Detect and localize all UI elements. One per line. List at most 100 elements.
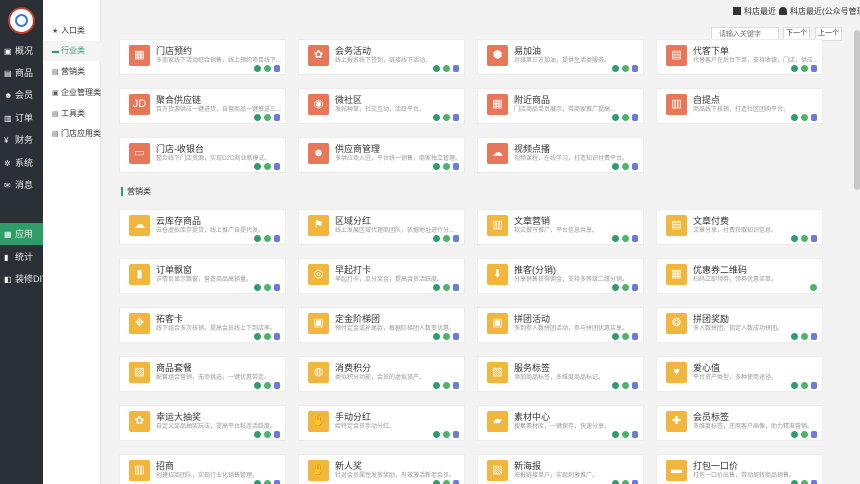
app-description: 多商家线下活动综合销售，线上预约项目线下...	[156, 58, 282, 64]
app-icon: ◍	[308, 362, 329, 383]
check-icon	[443, 65, 450, 72]
app-icon: ▧	[487, 362, 508, 383]
miniprogram-icon	[274, 480, 280, 484]
check-icon	[443, 431, 450, 438]
sidebar-item-2[interactable]: ▤ 商品	[0, 62, 43, 84]
platform-badges	[609, 382, 638, 389]
app-card[interactable]: ✿ 会务活动 线上报名线下签到，链接线下活动。	[298, 39, 465, 75]
platform-badges	[788, 65, 817, 72]
sidebar-item-3[interactable]: ☻ 会员	[0, 84, 43, 106]
app-card[interactable]: ✋ 新人奖 针对会员属性发放奖励，有效激活新老会员。	[298, 454, 465, 484]
app-card[interactable]: ▦ 优惠券二维码 扫码立即领券，领券优惠买单。	[656, 258, 823, 294]
home-icon: ▣	[4, 47, 12, 56]
wechat-icon	[254, 480, 261, 484]
wechat-icon	[791, 235, 798, 242]
app-description: 给特定会员手动分红。	[335, 424, 396, 430]
app-card[interactable]: ▭ 门店-收银台 整合线下门店资源，实现O2O商业新模式。	[119, 137, 286, 173]
app-icon: ✋	[308, 460, 329, 481]
app-card[interactable]: ▥ 招商 创建招商团队，实现行业化销售管理。	[119, 454, 286, 484]
category-item-1[interactable]: ★ 入口类	[43, 21, 101, 41]
app-card[interactable]: ▧ 新海报 海报链接单户，实现刺激推广。	[477, 454, 644, 484]
sidebar-item-6[interactable]: ✲ 系统	[0, 152, 43, 174]
wechat-icon	[791, 65, 798, 72]
app-card[interactable]: ✿ 幸运大抽奖 自定义奖品抽奖玩法，提高平台粘连活跃度。	[119, 405, 286, 441]
app-card[interactable]: ▥ 自提点 商品线下核销，打造社区团购平台。	[656, 88, 823, 124]
miniprogram-icon	[453, 235, 459, 242]
app-card[interactable]: ☁ 视频点播 视频课程，在线学习，打造知识付费平台。	[477, 137, 644, 173]
page-scrollbar[interactable]	[854, 30, 860, 190]
miniprogram-icon	[632, 235, 638, 242]
app-card[interactable]: ✥ 拓客卡 线下组合多次核销，提高会员线上下到店率。	[119, 307, 286, 343]
platform-badges	[788, 333, 817, 340]
app-card[interactable]: ◉ 微社区 发帖种草，社交互动，活跃平台。	[298, 88, 465, 124]
app-card[interactable]: ▰ 素材中心 搜集素材库，一键保存，快速分享。	[477, 405, 644, 441]
wechat-icon	[791, 382, 798, 389]
app-card[interactable]: ☻ 供应商管理 多供应商入驻，平台统一销售，商家独立管理。	[298, 137, 465, 173]
app-card[interactable]: ▨ 商品套餐 配套组合营销，无须挑选，一键优惠带走。	[119, 356, 286, 392]
app-card[interactable]: ✚ 会员标签 多维度标签，还原客户画像，助力精准营销。	[656, 405, 823, 441]
app-card[interactable]: ▦ 门店预约 多商家线下活动综合销售，线上预约项目线下...	[119, 39, 286, 75]
app-card[interactable]: ⚑ 区域分红 线上发展区域代理商团队，依据地址进行分...	[298, 209, 465, 245]
wechat-icon	[254, 235, 261, 242]
app-card[interactable]: ◍ 消费积分 类似积分功能，会员的虚拟资产。	[298, 356, 465, 392]
app-card[interactable]: ◎ 早起打卡 早起打卡，瓜分奖金，提高会员活跃度。	[298, 258, 465, 294]
wechat-icon	[254, 114, 261, 121]
apps-icon: ▦	[4, 230, 12, 239]
app-card[interactable]: ⬇ 推客(分销) 分享销售获得佣金，支持多等级二级分销。	[477, 258, 644, 294]
wechat-icon	[612, 382, 619, 389]
app-icon: ✥	[129, 313, 150, 334]
category-item-2[interactable]: ▬ 行业类	[43, 41, 101, 61]
app-card[interactable]: ▤ 代客下单 代替客户在后台下单，支持收银，门店，供应...	[656, 39, 823, 75]
app-logo[interactable]	[8, 7, 35, 34]
sidebar-item-8[interactable]: ▦ 应用	[0, 223, 43, 245]
check-icon	[264, 333, 271, 340]
app-description: 海报链接单户，实现刺激推广。	[514, 473, 599, 479]
category-item-6[interactable]: ▤ 门店应用类	[43, 124, 101, 144]
app-card[interactable]: ▤ 文章付费 文章分享，付费获取知识信息。	[656, 209, 823, 245]
app-icon: ▦	[666, 264, 687, 285]
app-icon: JD	[129, 94, 150, 115]
sidebar-item-4[interactable]: ▥ 订单	[0, 107, 43, 129]
platform-badges	[251, 235, 280, 242]
category-item-4[interactable]: ▣ 企业管理类	[43, 83, 101, 103]
sidebar-item-10[interactable]: ◧装修DIY	[0, 268, 43, 290]
wechat-icon	[433, 114, 440, 121]
check-icon	[264, 284, 271, 291]
app-card[interactable]: ▣ 拼团活动 多到参人数拼团活动，参与拼团优惠买享。	[477, 307, 644, 343]
check-icon	[801, 235, 808, 242]
miniprogram-icon	[811, 235, 817, 242]
app-description: 平台资产类型，多种使用途径。	[693, 375, 778, 381]
app-card[interactable]: ▮ 订单飘窗 详情页显示飘窗，营造商品高销量。	[119, 258, 286, 294]
app-card[interactable]: ▣ 定金阶梯团 预付定金或补尾款，根据阶梯团人数变优惠。	[298, 307, 465, 343]
sidebar-item-5[interactable]: ¥ 财务	[0, 129, 43, 151]
app-description: 视频课程，在线学习，打造知识付费平台。	[514, 156, 629, 162]
wechat-icon	[254, 163, 261, 170]
sidebar-item-label: 商品	[15, 68, 34, 78]
check-icon	[801, 431, 808, 438]
app-card[interactable]: ▥ 文章营销 软文撰写推广，平台信息共享。	[477, 209, 644, 245]
sidebar-item-label: 订单	[15, 113, 34, 123]
app-card[interactable]: ▧ 服务标签 添加商品标签，多维度商品标记。	[477, 356, 644, 392]
miniprogram-icon	[811, 114, 817, 121]
app-description: 文章分享，付费获取知识信息。	[693, 228, 778, 234]
app-card[interactable]: ✋ 手动分红 给特定会员手动分红。	[298, 405, 465, 441]
category-item-5[interactable]: ▤ 工具类	[43, 104, 101, 124]
app-card[interactable]: ⬢ 易加油 对接第三方加油，提供生活类服务。	[477, 39, 644, 75]
app-card[interactable]: ❂ 拼团奖励 多人数拼团，指定人数成功拼团。	[656, 307, 823, 343]
app-card[interactable]: ♥ 爱心值 平台资产类型，多种使用途径。	[656, 356, 823, 392]
wechat-icon	[612, 333, 619, 340]
check-icon	[622, 284, 629, 291]
app-card[interactable]: JD 聚合供应链 百万货源供应一键进货，自营商品一键推送三...	[119, 88, 286, 124]
app-icon: ▮	[129, 264, 150, 285]
app-card[interactable]: ▬ 打包一口价 打包一口价出售，带动周转商品销售。	[656, 454, 823, 484]
sidebar-item-1[interactable]: ▣ 概况	[0, 40, 43, 62]
category-item-3[interactable]: ▤ 营销类	[43, 62, 101, 82]
miniprogram-icon	[632, 382, 638, 389]
sidebar-item-7[interactable]: ✉ 消息	[0, 174, 43, 196]
app-card[interactable]: ▦ 附近商品 门店商品单页展示，带商家推广提高...	[477, 88, 644, 124]
platform-badges	[251, 284, 280, 291]
app-card[interactable]: ☁ 云库存商品 云仓虚拟库存提货，线上推广自提代发。	[119, 209, 286, 245]
platform-badges	[609, 284, 638, 291]
sidebar-item-9[interactable]: ▮ 统计	[0, 246, 43, 268]
wechat-icon	[433, 333, 440, 340]
